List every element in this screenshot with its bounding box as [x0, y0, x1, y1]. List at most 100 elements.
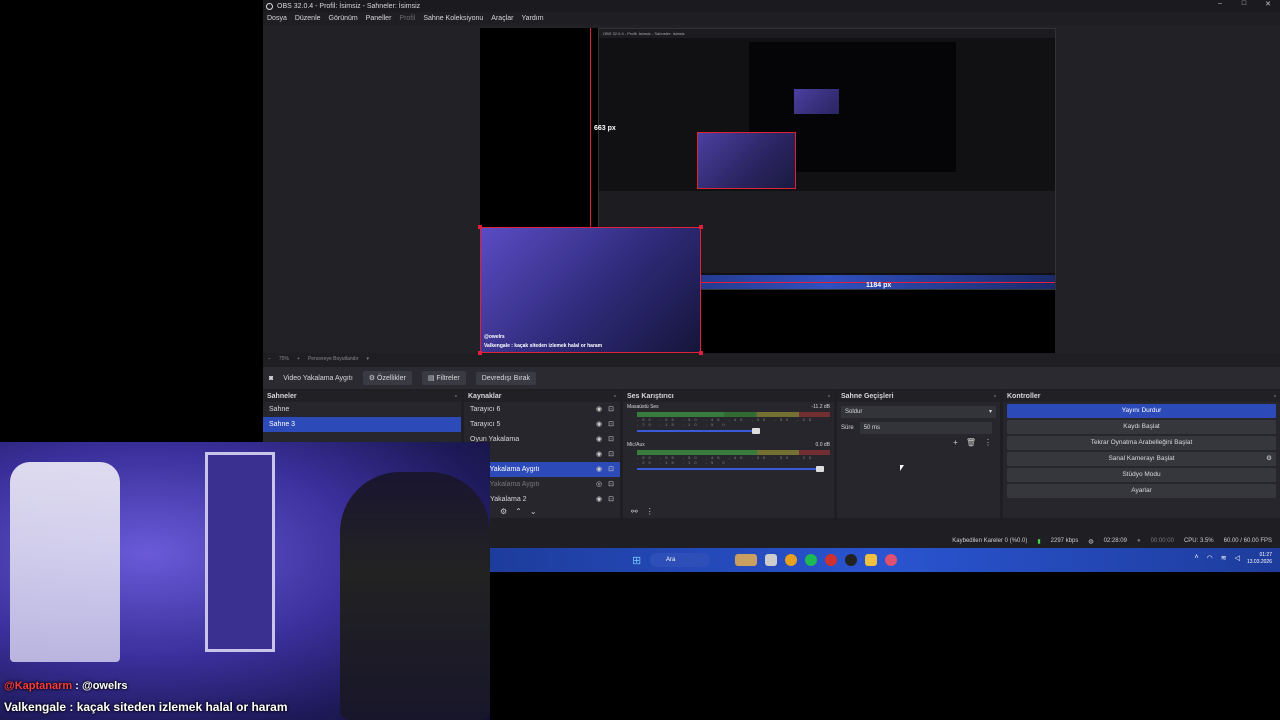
more-icon[interactable]: ⋮ [646, 507, 654, 516]
filters-button[interactable]: ▤ Filtreler [421, 371, 466, 385]
lock-icon[interactable]: ⊡ [608, 447, 614, 462]
nested-title: OBS 32.0.4 - Profil: İsimsiz - Sahneler:… [599, 29, 1055, 38]
filters-label: Filtreler [436, 375, 460, 382]
move-down-icon[interactable]: ⌄ [530, 507, 537, 516]
stream-time: 02:28:09 [1103, 538, 1127, 544]
deactivate-button[interactable]: Devredışı Bırak [475, 371, 536, 385]
eye-icon[interactable]: ◉ [596, 432, 602, 447]
preview-area[interactable]: OBS 32.0.4 - Profil: İsimsiz - Sahneler:… [263, 25, 1280, 355]
transition-type: Soldur [845, 409, 863, 415]
gear-icon[interactable]: ⚙ [1266, 452, 1272, 466]
source-label: Tarayıcı 6 [470, 406, 501, 413]
maximize-button[interactable]: □ [1232, 0, 1256, 8]
volume-icon[interactable]: ◁ [1235, 554, 1240, 562]
taskbar-clock[interactable]: 01:27 13.03.2026 [1247, 552, 1272, 566]
start-recording-button[interactable]: Kaydı Başlat [1007, 420, 1276, 434]
gaming-chair [10, 462, 120, 662]
undock-icon[interactable]: ▫ [1274, 391, 1276, 402]
volume-slider[interactable] [637, 466, 824, 472]
eye-icon[interactable]: ◉ [596, 462, 602, 477]
eye-off-icon[interactable]: ◎ [596, 477, 602, 492]
source-item[interactable]: Tarayıcı 6 ◉ ⊡ [464, 402, 620, 417]
app-spotify-icon[interactable] [805, 554, 817, 566]
undock-icon[interactable]: ▫ [614, 391, 616, 402]
preview-canvas[interactable]: OBS 32.0.4 - Profil: İsimsiz - Sahneler:… [478, 28, 1056, 355]
wifi-icon[interactable]: ≋ [1221, 554, 1227, 562]
app-chrome-icon[interactable] [785, 554, 797, 566]
resize-handle[interactable] [478, 225, 482, 229]
app-folder-icon[interactable] [865, 554, 877, 566]
menu-paneller[interactable]: Paneller [366, 15, 392, 22]
menu-sahne-koleksiyonu[interactable]: Sahne Koleksiyonu [423, 15, 483, 22]
slider-knob[interactable] [752, 428, 760, 434]
chevron-up-icon[interactable]: ˄ [1195, 554, 1199, 562]
app-other-icon[interactable] [885, 554, 897, 566]
lock-icon[interactable]: ⊡ [608, 477, 614, 492]
replay-buffer-button[interactable]: Tekrar Oynatma Arabelleğini Başlat [1007, 436, 1276, 450]
signal-icon: ▮ [1037, 538, 1041, 545]
eye-icon[interactable]: ◉ [596, 417, 602, 432]
eye-icon[interactable]: ◉ [596, 447, 602, 462]
duration-input[interactable]: 50 ms [859, 422, 992, 434]
app-obs-icon[interactable] [845, 554, 857, 566]
zoom-mode[interactable]: Pencereye Boyutlandır [308, 356, 359, 362]
add-icon[interactable]: + [953, 438, 958, 447]
close-button[interactable]: ✕ [1256, 0, 1280, 8]
chat-line-1: @Kaptanarm : @owelrs [4, 680, 128, 692]
menu-yardim[interactable]: Yardım [521, 15, 543, 22]
mixer-title: Ses Karıştırıcı [627, 393, 674, 400]
scene-item[interactable]: Sahne [263, 402, 461, 417]
volume-slider[interactable] [637, 428, 760, 434]
zoom-out-icon[interactable]: − [268, 356, 271, 362]
clock-time: 01:27 [1259, 552, 1272, 558]
studio-mode-button[interactable]: Stüdyo Modu [1007, 468, 1276, 482]
app-opera-icon[interactable] [825, 554, 837, 566]
menu-dosya[interactable]: Dosya [267, 15, 287, 22]
undock-icon[interactable]: ▫ [828, 391, 830, 402]
mixer-channel: Mic/Aux 0.0 dB -60 -55 -50 -45 -40 -35 -3… [623, 440, 834, 472]
network-icon[interactable]: ◠ [1207, 554, 1213, 562]
virtual-camera-button[interactable]: Sanal Kamerayı Başlat ⚙ [1007, 452, 1276, 466]
app-widget-icon[interactable] [735, 554, 757, 566]
link-icon[interactable]: ⚯ [631, 507, 638, 516]
lock-icon[interactable]: ⊡ [608, 402, 614, 417]
menu-araclar[interactable]: Araçlar [491, 15, 513, 22]
chat-user: Valkengale [4, 700, 67, 714]
undock-icon[interactable]: ▫ [994, 391, 996, 402]
resize-handle[interactable] [699, 225, 703, 229]
delete-icon[interactable]: 🗑 [966, 438, 976, 447]
source-label: Tarayıcı 5 [470, 421, 501, 428]
lock-icon[interactable]: ⊡ [608, 462, 614, 477]
stop-stream-button[interactable]: Yayını Durdur [1007, 404, 1276, 418]
more-icon[interactable]: ⋮ [984, 438, 992, 447]
source-item[interactable]: Tarayıcı 5 ◉ ⊡ [464, 417, 620, 432]
overlay-line1: @owelrs [484, 334, 505, 340]
windows-start-icon[interactable]: ⊞ [632, 554, 641, 567]
slider-knob[interactable] [816, 466, 824, 472]
undock-icon[interactable]: ▫ [455, 391, 457, 402]
eye-icon[interactable]: ◉ [596, 402, 602, 417]
source-toolbar: ◙ Video Yakalama Aygıtı ⚙ Özellikler ▤ F… [263, 367, 1280, 389]
lock-icon[interactable]: ⊡ [608, 432, 614, 447]
settings-button[interactable]: Ayarlar [1007, 484, 1276, 498]
selected-webcam-source[interactable]: @owelrs Valkengale : kaçak siteden izlem… [480, 227, 701, 353]
app-explorer-icon[interactable] [765, 554, 777, 566]
zoom-in-icon[interactable]: + [297, 356, 300, 362]
move-up-icon[interactable]: ⌃ [515, 507, 522, 516]
transition-select[interactable]: Soldur ▾ [841, 406, 996, 418]
menu-profil[interactable]: Profil [399, 15, 415, 22]
fps: 60.00 / 60.00 FPS [1223, 538, 1272, 544]
volume-meter [637, 450, 830, 455]
source-name: Video Yakalama Aygıtı [283, 374, 353, 382]
taskbar-search[interactable]: Ara [650, 553, 710, 567]
record-time: 00:00:00 [1150, 538, 1174, 544]
minimize-button[interactable]: – [1208, 0, 1232, 8]
settings-icon[interactable]: ⚙ [500, 507, 507, 516]
menu-gorunum[interactable]: Görünüm [329, 15, 358, 22]
channel-name: Mic/Aux [627, 442, 645, 448]
chevron-down-icon[interactable]: ▾ [366, 356, 369, 362]
lock-icon[interactable]: ⊡ [608, 417, 614, 432]
menu-duzenle[interactable]: Düzenle [295, 15, 321, 22]
properties-button[interactable]: ⚙ Özellikler [362, 371, 412, 385]
scene-item[interactable]: Sahne 3 [263, 417, 461, 432]
